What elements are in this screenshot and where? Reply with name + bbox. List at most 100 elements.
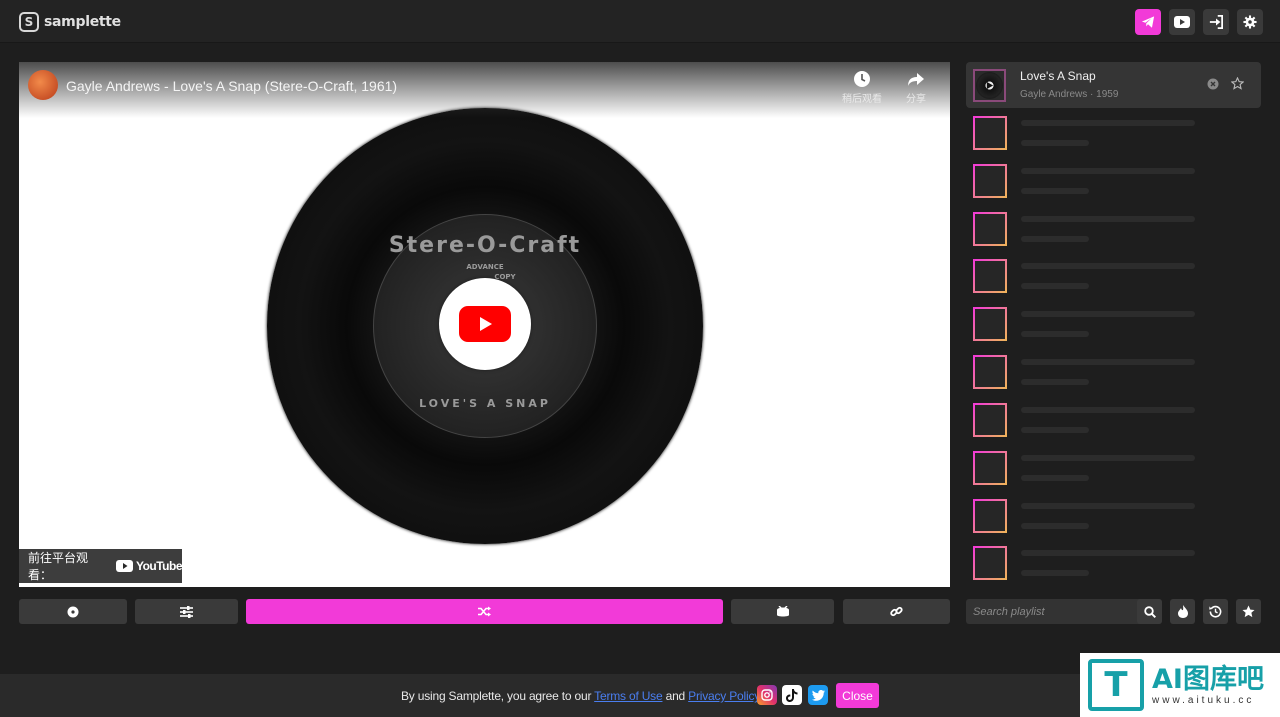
privacy-link[interactable]: Privacy Policy: [688, 689, 759, 703]
track-title: Love's A Snap: [1020, 69, 1096, 83]
consent-and: and: [662, 689, 689, 703]
vinyl-icon: [67, 606, 79, 617]
skeleton-thumbnail: [973, 499, 1007, 533]
clock-icon: [854, 71, 870, 87]
remove-icon[interactable]: [1207, 78, 1219, 90]
skeleton-line: [1021, 359, 1195, 365]
twitter-icon: [811, 689, 825, 701]
login-button[interactable]: [1203, 9, 1229, 35]
filters-button[interactable]: [135, 599, 238, 624]
vinyl-button[interactable]: [19, 599, 127, 624]
instagram-button[interactable]: [757, 685, 777, 705]
watermark-main: AI图库吧: [1152, 663, 1264, 695]
share-button[interactable]: 分享: [891, 70, 941, 105]
youtube-brand-text: YouTube: [135, 559, 183, 573]
tiktok-button[interactable]: [782, 685, 802, 705]
disc-icon: [976, 72, 1003, 99]
skeleton-thumbnail: [973, 451, 1007, 485]
drum-icon: [776, 605, 789, 616]
video-title[interactable]: Gayle Andrews - Love's A Snap (Stere-O-C…: [66, 78, 397, 94]
telegram-button[interactable]: [1135, 9, 1161, 35]
hot-button[interactable]: [1170, 599, 1195, 624]
playlist-skeleton-item: [972, 451, 1262, 487]
share-icon: [908, 73, 924, 86]
record-label-advance: ADVANCE: [466, 263, 504, 271]
skeleton-line: [1021, 570, 1089, 576]
watermark-url: www.aituku.cc: [1152, 694, 1255, 706]
search-icon: [1143, 605, 1156, 618]
skeleton-line: [1021, 263, 1195, 269]
star-icon[interactable]: [1231, 77, 1244, 90]
skeleton-line: [1021, 120, 1195, 126]
terms-link[interactable]: Terms of Use: [594, 689, 662, 703]
playlist-item-current[interactable]: Love's A Snap Gayle Andrews · 1959: [966, 62, 1261, 108]
watermark: T AI图库吧 www.aituku.cc: [1080, 653, 1280, 717]
skeleton-line: [1021, 140, 1089, 146]
skeleton-thumbnail: [973, 164, 1007, 198]
playlist-skeleton-item: [972, 546, 1262, 582]
skeleton-line: [1021, 236, 1089, 242]
instagram-icon: [761, 689, 773, 701]
shuffle-button[interactable]: [246, 599, 723, 624]
link-button[interactable]: [843, 599, 950, 624]
youtube-play-icon: [459, 306, 511, 342]
playlist-search: [966, 599, 1162, 624]
settings-button[interactable]: [1237, 9, 1263, 35]
playlist-skeleton-item: [972, 212, 1262, 248]
playlist-skeleton-item: [972, 355, 1262, 391]
skeleton-line: [1021, 475, 1089, 481]
play-button[interactable]: [439, 278, 531, 370]
search-playlist-input[interactable]: [966, 605, 1136, 618]
video-player[interactable]: Stere-O-Craft ADVANCE COPY LOVE'S A SNAP…: [19, 62, 950, 587]
record-label-brand: Stere-O-Craft: [388, 233, 582, 258]
watermark-logo: T: [1088, 659, 1144, 711]
search-button[interactable]: [1137, 599, 1162, 624]
skeleton-line: [1021, 216, 1195, 222]
skeleton-thumbnail: [973, 116, 1007, 150]
skeleton-line: [1021, 311, 1195, 317]
watermark-text: AI图库吧 www.aituku.cc: [1152, 663, 1264, 706]
telegram-icon: [1141, 16, 1155, 28]
login-icon: [1209, 15, 1223, 29]
gear-icon: [1243, 15, 1257, 29]
youtube-logo: YouTube: [115, 559, 183, 573]
youtube-icon: [1174, 16, 1190, 28]
watch-on-label: 前往平台观看：: [28, 551, 89, 582]
playlist-skeleton-item: [972, 307, 1262, 343]
skeleton-thumbnail: [973, 212, 1007, 246]
consent-prefix: By using Samplette, you agree to our: [401, 689, 595, 703]
watch-later-label: 稍后观看: [842, 94, 882, 105]
watch-on-youtube[interactable]: 前往平台观看： YouTube: [19, 549, 183, 583]
skeleton-line: [1021, 407, 1195, 413]
skeleton-thumbnail: [973, 307, 1007, 341]
skeleton-line: [1021, 503, 1195, 509]
history-button[interactable]: [1203, 599, 1228, 624]
skeleton-line: [1021, 523, 1089, 529]
youtube-button[interactable]: [1169, 9, 1195, 35]
app-logo[interactable]: S samplette: [19, 11, 121, 32]
drum-button[interactable]: [731, 599, 834, 624]
skeleton-line: [1021, 427, 1089, 433]
close-button[interactable]: Close: [836, 683, 879, 708]
consent-text: By using Samplette, you agree to our Ter…: [401, 689, 763, 703]
app-name: samplette: [44, 13, 121, 30]
share-label: 分享: [906, 94, 926, 105]
skeleton-line: [1021, 168, 1195, 174]
skeleton-thumbnail: [973, 355, 1007, 389]
shuffle-icon: [478, 606, 491, 617]
playlist-skeleton-item: [972, 259, 1262, 295]
link-icon: [890, 606, 903, 617]
twitter-button[interactable]: [808, 685, 828, 705]
sliders-icon: [180, 605, 193, 618]
playlist-skeleton-item: [972, 116, 1262, 152]
record-label-song: LOVE'S A SNAP: [419, 397, 551, 410]
watch-later-button[interactable]: 稍后观看: [837, 70, 887, 105]
favorites-button[interactable]: [1236, 599, 1261, 624]
skeleton-thumbnail: [973, 259, 1007, 293]
playlist-skeleton-item: [972, 164, 1262, 200]
skeleton-line: [1021, 188, 1089, 194]
track-subtitle: Gayle Andrews · 1959: [1020, 89, 1119, 100]
skeleton-line: [1021, 331, 1089, 337]
channel-avatar[interactable]: [28, 70, 58, 100]
track-thumbnail: [973, 69, 1006, 102]
